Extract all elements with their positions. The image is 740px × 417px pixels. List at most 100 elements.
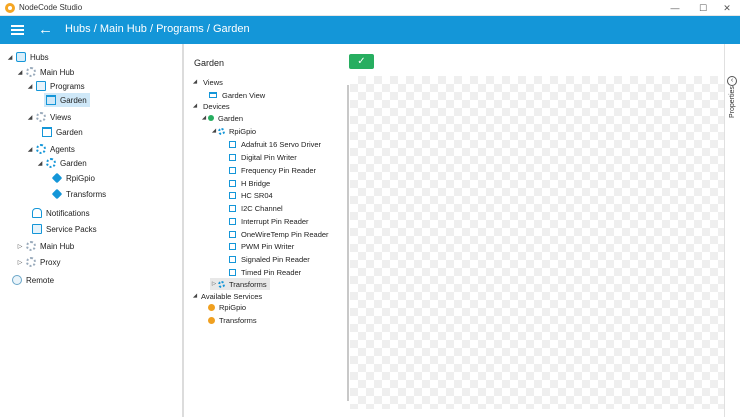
tree-item-label: Views xyxy=(50,112,72,122)
view-icon xyxy=(209,92,217,98)
tree-item-rpigpio[interactable]: RpiGpio xyxy=(50,171,95,185)
device-list-item[interactable]: PWM Pin Writer xyxy=(229,240,294,252)
device-list-item[interactable]: Signaled Pin Reader xyxy=(229,253,310,265)
status-online-icon xyxy=(208,115,214,121)
minimize-button[interactable]: — xyxy=(662,0,688,16)
tree-item-label: Transforms xyxy=(66,189,107,199)
tree-item-label: Main Hub xyxy=(40,241,75,251)
tree-node-label: Devices xyxy=(203,101,230,111)
programs-icon xyxy=(36,81,46,91)
tree-node-label: Views xyxy=(203,77,223,87)
device-square-icon xyxy=(229,217,236,225)
tree-item-proxy[interactable]: ▷ Proxy xyxy=(16,255,60,269)
device-list-item[interactable]: Frequency Pin Reader xyxy=(229,164,316,176)
device-list-item[interactable]: Adafruit 16 Servo Driver xyxy=(229,138,321,150)
tree-item-agents[interactable]: ◢ Agents xyxy=(26,142,75,156)
service-item-rpigpio[interactable]: RpiGpio xyxy=(208,301,246,313)
tree-item-remote[interactable]: Remote xyxy=(10,273,54,287)
hubs-icon xyxy=(16,52,26,62)
device-list-item[interactable]: I2C Channel xyxy=(229,202,283,214)
tree-item-garden-program[interactable]: Garden xyxy=(44,93,90,107)
tree-item-garden-agent[interactable]: ◢ Garden xyxy=(36,156,87,170)
caret-expanded-icon[interactable]: ◢ xyxy=(36,160,44,167)
tree-node-views[interactable]: ◢ Views xyxy=(191,76,223,88)
caret-expanded-icon[interactable]: ◢ xyxy=(26,114,34,121)
caret-expanded-icon[interactable]: ◢ xyxy=(210,128,218,134)
caret-expanded-icon[interactable]: ◢ xyxy=(200,115,208,121)
caret-collapsed-icon[interactable]: ▷ xyxy=(16,259,24,266)
tree-node-label: Garden View xyxy=(222,90,266,100)
tree-item-programs[interactable]: ◢ Programs xyxy=(26,79,85,93)
close-button[interactable]: ✕ xyxy=(714,0,740,16)
design-canvas[interactable] xyxy=(350,76,724,409)
breadcrumb: Hubs / Main Hub / Programs / Garden xyxy=(65,23,250,35)
device-label: HC SR04 xyxy=(241,190,273,200)
views-icon xyxy=(36,112,46,122)
caret-expanded-icon[interactable]: ◢ xyxy=(26,146,34,153)
device-list-item[interactable]: Digital Pin Writer xyxy=(229,151,297,163)
tree-item-label: Proxy xyxy=(40,257,61,267)
tree-item-label: Garden xyxy=(56,127,83,137)
tree-item-label: Main Hub xyxy=(40,67,75,77)
program-name-input[interactable] xyxy=(190,55,340,70)
device-label: I2C Channel xyxy=(241,203,283,213)
tree-item-views[interactable]: ◢ Views xyxy=(26,110,71,124)
caret-collapsed-icon[interactable]: ▷ xyxy=(210,281,218,287)
device-list-item[interactable]: Interrupt Pin Reader xyxy=(229,215,309,227)
caret-expanded-icon[interactable]: ◢ xyxy=(26,83,34,90)
device-label: OneWireTemp Pin Reader xyxy=(241,229,329,239)
device-square-icon xyxy=(229,204,236,212)
device-list-item[interactable]: OneWireTemp Pin Reader xyxy=(229,228,329,240)
service-cube-icon xyxy=(51,188,63,200)
tree-node-label: Transforms xyxy=(219,315,257,325)
tree-node-devices[interactable]: ◢ Devices xyxy=(191,100,230,112)
properties-label[interactable]: Properties xyxy=(729,86,736,118)
pane-splitter[interactable] xyxy=(347,85,349,401)
tree-node-rpigpio[interactable]: ◢ RpiGpio xyxy=(210,125,256,137)
tree-item-garden-view[interactable]: Garden xyxy=(40,125,83,139)
caret-expanded-icon[interactable]: ◢ xyxy=(191,103,199,109)
device-list-item[interactable]: HC SR04 xyxy=(229,189,273,201)
service-package-icon xyxy=(208,303,215,311)
device-label: Adafruit 16 Servo Driver xyxy=(241,139,322,149)
tree-node-label: Transforms xyxy=(229,279,267,289)
tree-node-garden[interactable]: ◢ Garden xyxy=(200,112,243,124)
caret-expanded-icon[interactable]: ◢ xyxy=(6,54,14,61)
device-square-icon xyxy=(229,153,236,161)
service-item-transforms[interactable]: Transforms xyxy=(208,314,257,326)
caret-expanded-icon[interactable]: ◢ xyxy=(191,79,199,85)
device-list-item[interactable]: Timed Pin Reader xyxy=(229,266,301,278)
hamburger-menu-icon[interactable] xyxy=(11,25,24,35)
back-arrow-icon[interactable]: ← xyxy=(38,21,53,39)
tree-item-main-hub-2[interactable]: ▷ Main Hub xyxy=(16,239,74,253)
tree-item-transforms[interactable]: Transforms xyxy=(50,187,106,201)
remote-icon xyxy=(12,275,22,285)
agents-icon xyxy=(36,144,46,154)
device-square-icon xyxy=(229,230,236,238)
tree-item-label: Notifications xyxy=(46,208,90,218)
agent-icon xyxy=(46,158,56,168)
caret-expanded-icon[interactable]: ◢ xyxy=(191,293,199,299)
device-square-icon xyxy=(229,140,236,148)
tree-node-transforms[interactable]: ▷ Transforms xyxy=(210,278,270,290)
tree-item-label: Hubs xyxy=(30,52,49,62)
confirm-button[interactable]: ✓ xyxy=(349,54,374,69)
maximize-button[interactable]: ☐ xyxy=(690,0,716,16)
caret-collapsed-icon[interactable]: ▷ xyxy=(16,243,24,250)
tree-item-notifications[interactable]: Notifications xyxy=(30,206,90,220)
hub-icon xyxy=(26,67,36,77)
tree-item-hubs[interactable]: ◢ Hubs xyxy=(6,50,49,64)
device-label: H Bridge xyxy=(241,178,271,188)
device-square-icon xyxy=(229,242,236,250)
device-square-icon xyxy=(229,255,236,263)
device-list-item[interactable]: H Bridge xyxy=(229,177,270,189)
gear-icon xyxy=(218,280,225,288)
caret-expanded-icon[interactable]: ◢ xyxy=(16,69,24,76)
window-title: NodeCode Studio xyxy=(19,3,83,12)
tree-node-label: Garden xyxy=(218,113,244,123)
chevron-left-icon[interactable]: ‹ xyxy=(727,76,737,86)
device-label: Digital Pin Writer xyxy=(241,152,297,162)
tree-node-label: Available Services xyxy=(201,291,263,301)
tree-item-service-packs[interactable]: Service Packs xyxy=(30,222,97,236)
tree-item-main-hub[interactable]: ◢ Main Hub xyxy=(16,65,74,79)
